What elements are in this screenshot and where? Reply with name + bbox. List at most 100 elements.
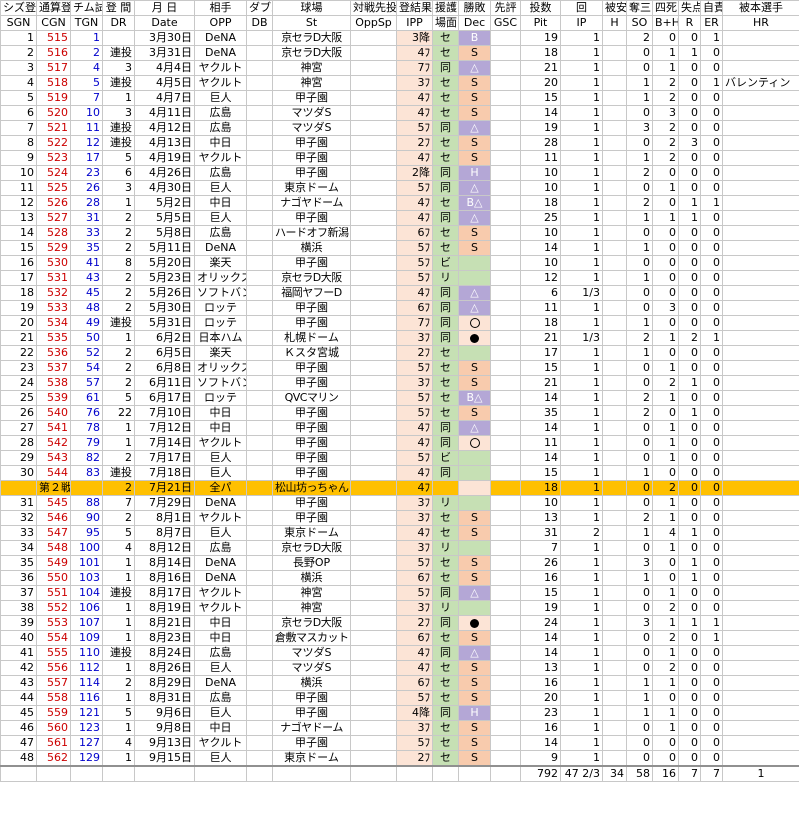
totals-empty-cell	[432, 765, 459, 782]
decision-cell: S	[458, 690, 491, 706]
r-cell: 1	[678, 45, 701, 61]
sgn-cell: 27	[0, 420, 37, 436]
r-cell: 0	[678, 540, 701, 556]
decision-cell: S	[458, 630, 491, 646]
h-cell	[602, 705, 627, 721]
h-cell	[602, 525, 627, 541]
ip-cell: 1	[560, 405, 603, 421]
dr-cell: 1	[102, 435, 135, 451]
h-cell	[602, 210, 627, 226]
header-jp-13: 投数	[520, 0, 561, 16]
tgn-cell: 104	[70, 585, 103, 601]
cgn-cell: 551	[36, 585, 71, 601]
h-cell	[602, 345, 627, 361]
gsc-cell	[490, 600, 521, 616]
total-h-cell: 34	[602, 765, 627, 782]
oppsp-cell	[350, 375, 397, 391]
decision-cell: △	[458, 120, 491, 136]
scene-cell: 同	[432, 435, 459, 451]
totals-empty-cell	[0, 765, 37, 782]
ipp-cell: 4ﾌ	[396, 420, 433, 436]
cgn-cell: 560	[36, 720, 71, 736]
r-cell: 0	[678, 705, 701, 721]
opp-cell: DeNA	[194, 45, 247, 61]
dr-cell: 2	[102, 240, 135, 256]
so-cell: 1	[626, 705, 653, 721]
hr-cell	[722, 360, 799, 376]
pit-cell: 14	[520, 630, 561, 646]
tgn-cell	[70, 480, 103, 496]
date-cell: 5月11日	[134, 240, 195, 256]
oppsp-cell	[350, 105, 397, 121]
db-cell	[246, 135, 273, 151]
header-en-17: B+H	[652, 15, 679, 31]
db-cell	[246, 165, 273, 181]
gsc-cell	[490, 375, 521, 391]
oppsp-cell	[350, 555, 397, 571]
h-cell	[602, 600, 627, 616]
db-cell	[246, 330, 273, 346]
ipp-cell: 6ﾌ	[396, 630, 433, 646]
stadium-cell: 甲子園	[272, 405, 351, 421]
bh-cell: 3	[652, 300, 679, 316]
so-cell: 0	[626, 735, 653, 751]
ipp-cell: 5ﾌ	[396, 360, 433, 376]
ipp-cell: 3ﾌ	[396, 510, 433, 526]
table-row: 43 557 114 2 8月29日 DeNA 横浜 6ﾌセ S 16 1 1 1 0 0	[0, 675, 799, 691]
so-cell: 1	[626, 210, 653, 226]
cgn-cell: 537	[36, 360, 71, 376]
ipp-cell: 4ﾌ	[396, 465, 433, 481]
gsc-cell	[490, 405, 521, 421]
sgn-cell: 7	[0, 120, 37, 136]
tgn-cell: 43	[70, 270, 103, 286]
hr-cell	[722, 720, 799, 736]
ipp-cell: 6ﾌ	[396, 225, 433, 241]
decision-cell	[458, 540, 491, 556]
ipp-cell: 4ﾌ	[396, 105, 433, 121]
cgn-cell: 542	[36, 435, 71, 451]
opp-cell: DeNA	[194, 555, 247, 571]
gsc-cell	[490, 660, 521, 676]
oppsp-cell	[350, 600, 397, 616]
er-cell: 0	[700, 315, 723, 331]
bh-cell: 1	[652, 510, 679, 526]
ip-cell: 1	[560, 615, 603, 631]
gsc-cell	[490, 45, 521, 61]
tgn-cell: 54	[70, 360, 103, 376]
dr-cell: 6	[102, 165, 135, 181]
stadium-cell: 甲子園	[272, 255, 351, 271]
header-en-9: IPP	[396, 15, 433, 31]
so-cell: 0	[626, 420, 653, 436]
stadium-cell: ナゴヤドーム	[272, 195, 351, 211]
scene-cell: セ	[432, 105, 459, 121]
ip-cell: 1	[560, 600, 603, 616]
sgn-cell: 26	[0, 405, 37, 421]
ipp-cell: 5ﾌ	[396, 390, 433, 406]
db-cell	[246, 285, 273, 301]
dr-cell: 3	[102, 105, 135, 121]
gsc-cell	[490, 525, 521, 541]
tgn-cell: 26	[70, 180, 103, 196]
er-cell: 0	[700, 105, 723, 121]
header-row-jp: シズ登通算登チム試登 間月 日相手ダブル球場対戦先投登結果援護勝敗先評投数回被安…	[0, 0, 799, 16]
gsc-cell	[490, 480, 521, 496]
stadium-cell: 甲子園	[272, 420, 351, 436]
totals-empty-cell	[134, 765, 195, 782]
date-cell: 9月6日	[134, 705, 195, 721]
sgn-cell: 10	[0, 165, 37, 181]
oppsp-cell	[350, 75, 397, 91]
hr-cell	[722, 615, 799, 631]
cgn-cell: 547	[36, 525, 71, 541]
er-cell: 0	[700, 405, 723, 421]
date-cell: 8月16日	[134, 570, 195, 586]
db-cell	[246, 750, 273, 767]
sgn-cell: 9	[0, 150, 37, 166]
db-cell	[246, 90, 273, 106]
pit-cell: 16	[520, 675, 561, 691]
scene-cell: セ	[432, 570, 459, 586]
ip-cell: 1	[560, 30, 603, 46]
cgn-cell: 526	[36, 195, 71, 211]
opp-cell: DeNA	[194, 240, 247, 256]
er-cell: 0	[700, 390, 723, 406]
pit-cell: 14	[520, 735, 561, 751]
